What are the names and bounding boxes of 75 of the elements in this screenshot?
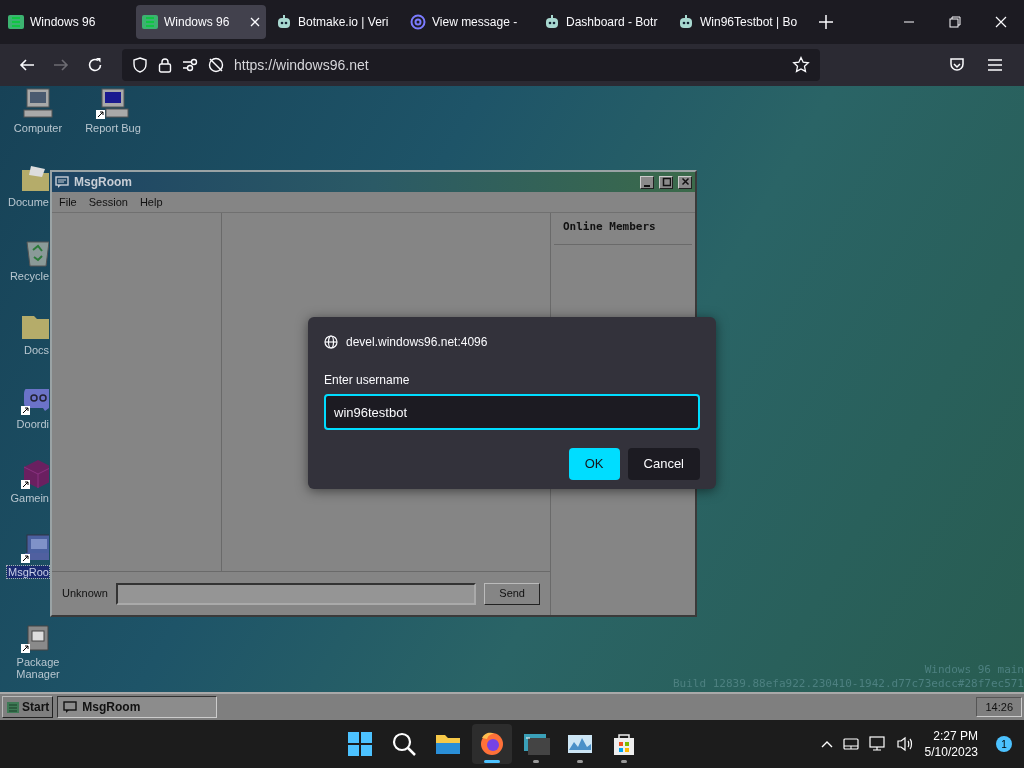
- fox-globe-icon: [478, 730, 506, 758]
- browser-tab[interactable]: Windows 96: [136, 5, 266, 39]
- icon-label[interactable]: Gamein: [9, 492, 49, 504]
- notification-badge[interactable]: 1: [996, 736, 1012, 752]
- touchpad-icon[interactable]: [842, 738, 859, 750]
- close-icon: [680, 177, 690, 187]
- icon-label[interactable]: Doordi: [15, 418, 49, 430]
- ok-button[interactable]: OK: [568, 448, 620, 480]
- panel-heading: Online Members: [554, 213, 692, 245]
- dialog-title: devel.windows96.net:4096: [346, 334, 488, 351]
- icon-label[interactable]: Docume: [7, 196, 49, 208]
- robot-icon: [544, 14, 560, 30]
- nickname-label: Unknown: [62, 586, 108, 602]
- robot-icon: [678, 14, 694, 30]
- chat-bubble-icon: [55, 176, 69, 188]
- maximize-icon: [661, 177, 671, 187]
- menu-item[interactable]: File: [58, 193, 78, 211]
- minimize-button[interactable]: [640, 175, 654, 189]
- close-icon: [995, 16, 1007, 28]
- menu-icon: [987, 58, 1003, 72]
- browser-tab[interactable]: View message -: [404, 5, 534, 39]
- icon-label[interactable]: Computer: [12, 122, 64, 134]
- window-logo-icon: [142, 14, 158, 30]
- username-field[interactable]: win96testbot: [324, 394, 700, 430]
- close-button[interactable]: [678, 175, 692, 189]
- back-arrow-icon: [19, 57, 35, 73]
- icon-label[interactable]: Package Manager: [8, 656, 68, 680]
- logo-icon: [6, 700, 20, 714]
- window-title: MsgRoom: [74, 174, 133, 191]
- permissions-icon: [182, 57, 198, 73]
- chat-bubble-icon: [63, 701, 78, 713]
- clock-time[interactable]: 2:27 PM: [933, 728, 978, 744]
- menu-item[interactable]: Help: [138, 193, 164, 211]
- clock-date[interactable]: 5/10/2023: [924, 744, 978, 760]
- pocket-icon: [949, 57, 965, 73]
- window-logo-icon: [8, 14, 24, 30]
- chevron-up-icon[interactable]: [820, 740, 833, 748]
- restore-icon: [949, 16, 961, 28]
- icon-label[interactable]: MsgRoo: [7, 566, 49, 578]
- icon-label[interactable]: Recycle: [8, 270, 49, 282]
- browser-tab[interactable]: Windows 96: [2, 5, 132, 39]
- field-label: Enter username: [324, 372, 411, 389]
- address-bar[interactable]: https://windows96.net: [122, 49, 820, 81]
- cube-icon[interactable]: [21, 458, 49, 490]
- send-button[interactable]: Send: [484, 582, 540, 605]
- icon-label[interactable]: Report Bug: [84, 122, 142, 134]
- minimize-icon: [644, 184, 650, 187]
- forward-arrow-icon: [53, 57, 69, 73]
- robot-icon: [276, 14, 292, 30]
- search-icon: [390, 730, 418, 758]
- url-text: https://windows96.net: [234, 55, 370, 75]
- taskbar-app-button[interactable]: [472, 724, 512, 764]
- cancel-button[interactable]: Cancel: [627, 448, 700, 480]
- browser-tab[interactable]: Dashboard - Botr: [538, 5, 668, 39]
- start-button[interactable]: Start: [2, 696, 54, 718]
- taskbar-button[interactable]: MsgRoom: [57, 696, 218, 718]
- shield-icon: [132, 57, 148, 73]
- maximize-button[interactable]: [659, 175, 673, 189]
- blocked-autoplay-icon: [208, 57, 224, 73]
- menu-item[interactable]: Session: [87, 193, 129, 211]
- plus-icon: [819, 15, 833, 29]
- globe-icon: [324, 335, 338, 349]
- icon-label[interactable]: Docs: [22, 344, 49, 356]
- star-icon[interactable]: [792, 56, 810, 74]
- browser-tab[interactable]: Botmake.io | Veri: [270, 5, 400, 39]
- message-input[interactable]: [115, 582, 477, 605]
- windows-logo-icon: [346, 730, 374, 758]
- browser-tab[interactable]: Win96Testbot | Bo: [672, 5, 802, 39]
- clock: 14:26: [976, 697, 1022, 717]
- chat-window-icon[interactable]: [21, 532, 49, 564]
- computer-icon[interactable]: [96, 88, 130, 120]
- speaker-icon[interactable]: [896, 736, 915, 752]
- lock-icon: [158, 57, 172, 73]
- close-icon[interactable]: [250, 17, 260, 27]
- reload-icon: [87, 57, 103, 73]
